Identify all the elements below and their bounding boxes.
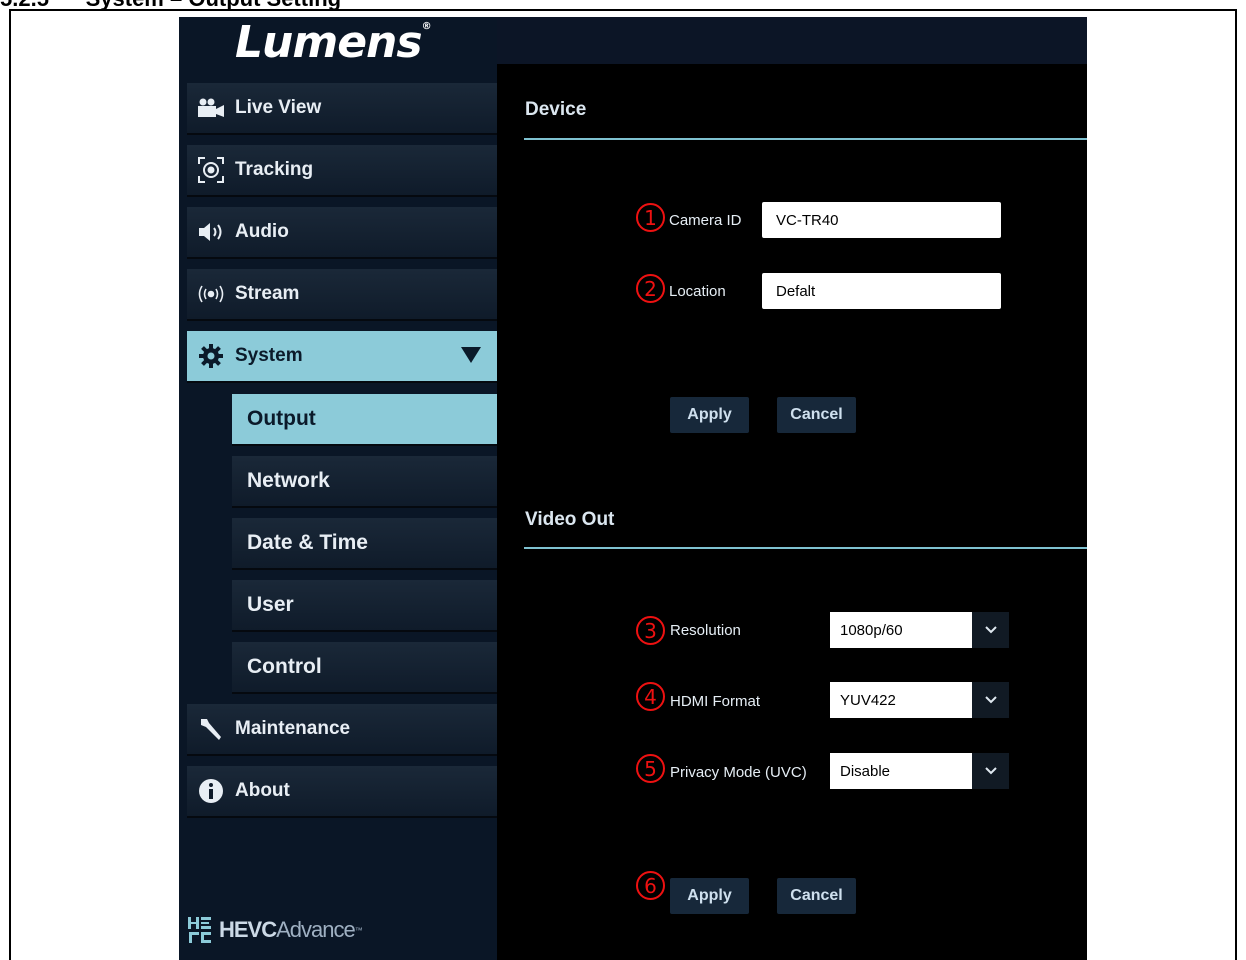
annotation-marker: 6 — [636, 871, 665, 900]
chevron-down-icon[interactable] — [972, 753, 1009, 789]
hevc-icon — [188, 917, 211, 943]
gear-icon — [187, 343, 235, 369]
info-icon — [187, 778, 235, 804]
annotation-marker: 1 — [636, 203, 665, 232]
annotation-marker: 2 — [636, 274, 665, 303]
broadcast-icon — [187, 284, 235, 304]
sidebar-subitem-label: User — [247, 593, 294, 616]
sidebar: Lumens® Live View Tracking Audio Stream … — [179, 17, 497, 960]
web-ui: Lumens® Live View Tracking Audio Stream … — [179, 17, 1087, 960]
sidebar-item-label: Audio — [235, 221, 289, 242]
section-divider — [524, 138, 1087, 140]
resolution-value: 1080p/60 — [830, 612, 972, 648]
hdmi-format-label: HDMI Format — [670, 693, 760, 710]
sidebar-item-audio[interactable]: Audio — [187, 207, 497, 259]
sidebar-subitem-label: Control — [247, 655, 322, 678]
device-cancel-button[interactable]: Cancel — [777, 397, 856, 433]
sidebar-item-label: Stream — [235, 283, 300, 304]
page-border-left — [9, 9, 11, 960]
video-out-apply-button[interactable]: Apply — [670, 878, 749, 914]
hdmi-format-value: YUV422 — [830, 682, 972, 718]
annotation-marker: 4 — [636, 682, 665, 711]
hevc-advance-logo: HEVC Advance ™ — [187, 915, 363, 945]
sidebar-item-about[interactable]: About — [187, 766, 497, 818]
sidebar-item-tracking[interactable]: Tracking — [187, 145, 497, 197]
hdmi-format-select[interactable]: YUV422 — [830, 682, 1009, 718]
wrench-icon — [187, 715, 235, 743]
lumens-logo: Lumens® — [235, 17, 432, 68]
sidebar-subitem-output[interactable]: Output — [232, 394, 497, 446]
privacy-mode-label: Privacy Mode (UVC) — [670, 764, 807, 781]
sidebar-subitem-label: Network — [247, 469, 330, 492]
sidebar-item-system[interactable]: System — [187, 331, 497, 383]
speaker-icon — [187, 221, 235, 243]
video-out-section-title: Video Out — [525, 509, 615, 530]
sidebar-item-stream[interactable]: Stream — [187, 269, 497, 321]
section-divider — [524, 547, 1087, 549]
video-out-cancel-button[interactable]: Cancel — [777, 878, 856, 914]
resolution-label: Resolution — [670, 622, 741, 639]
sidebar-item-label: Live View — [235, 97, 322, 118]
chevron-down-icon[interactable] — [972, 612, 1009, 648]
tracking-icon — [187, 156, 235, 184]
device-apply-button[interactable]: Apply — [670, 397, 749, 433]
page-border-right — [1235, 9, 1237, 960]
camera-id-label: Camera ID — [669, 212, 742, 229]
sidebar-subitem-user[interactable]: User — [232, 580, 497, 632]
device-section-title: Device — [525, 99, 587, 120]
sidebar-item-label: Maintenance — [235, 718, 351, 739]
sidebar-subitem-network[interactable]: Network — [232, 456, 497, 508]
sidebar-item-label: About — [235, 780, 290, 801]
annotation-marker: 3 — [636, 616, 665, 645]
chevron-down-icon[interactable] — [972, 682, 1009, 718]
sidebar-item-maintenance[interactable]: Maintenance — [187, 704, 497, 756]
annotation-marker: 5 — [636, 754, 665, 783]
camera-icon — [187, 98, 235, 118]
sidebar-item-label: Tracking — [235, 159, 314, 180]
sidebar-subitem-label: Date & Time — [247, 531, 368, 554]
location-input[interactable] — [762, 273, 1001, 309]
chevron-down-icon — [461, 347, 481, 363]
sidebar-item-label: System — [235, 345, 303, 366]
page-border-top — [10, 9, 1236, 11]
privacy-mode-select[interactable]: Disable — [830, 753, 1009, 789]
location-label: Location — [669, 283, 726, 300]
privacy-mode-value: Disable — [830, 753, 972, 789]
camera-id-input[interactable] — [762, 202, 1001, 238]
sidebar-item-live-view[interactable]: Live View — [187, 83, 497, 135]
top-band — [497, 17, 1087, 64]
sidebar-subitem-label: Output — [247, 407, 316, 430]
resolution-select[interactable]: 1080p/60 — [830, 612, 1009, 648]
sidebar-subitem-date-time[interactable]: Date & Time — [232, 518, 497, 570]
sidebar-subitem-control[interactable]: Control — [232, 642, 497, 694]
